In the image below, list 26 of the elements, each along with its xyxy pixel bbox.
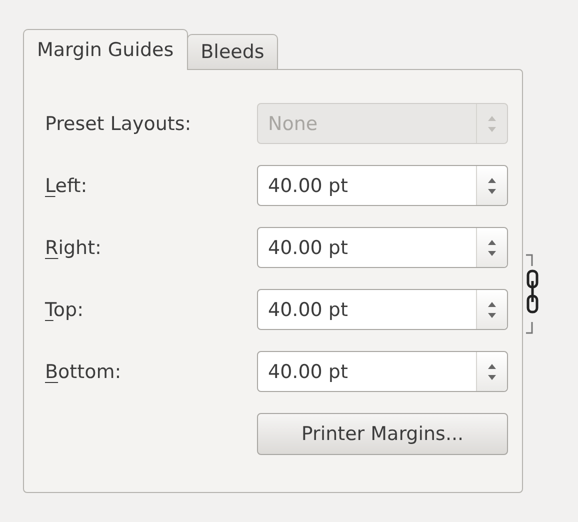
up-arrow-icon: [488, 240, 496, 244]
up-arrow-icon: [488, 302, 496, 306]
field-label: Bottom:: [45, 360, 122, 382]
up-arrow-icon: [488, 116, 496, 120]
number-field[interactable]: 40.00 pt: [257, 289, 508, 330]
field-label: Preset Layouts:: [45, 112, 192, 134]
up-arrow-icon: [488, 364, 496, 368]
printer-margins-button[interactable]: Printer Margins...: [257, 413, 508, 455]
down-arrow-icon: [488, 374, 496, 380]
spin-buttons[interactable]: [476, 228, 507, 267]
tab[interactable]: Bleeds: [186, 34, 278, 69]
down-arrow-icon: [488, 250, 496, 256]
number-field[interactable]: 40.00 pt: [257, 165, 508, 206]
up-arrow-icon: [488, 178, 496, 182]
down-arrow-icon: [488, 312, 496, 318]
number-field[interactable]: 40.00 pt: [257, 351, 508, 392]
number-field[interactable]: 40.00 pt: [257, 227, 508, 268]
field-label: Left:: [45, 174, 88, 196]
down-arrow-icon: [488, 126, 496, 132]
tab[interactable]: Margin Guides: [23, 29, 188, 70]
field-label: Right:: [45, 236, 102, 258]
down-arrow-icon: [488, 188, 496, 194]
field-label: Top:: [45, 298, 84, 320]
spin-buttons[interactable]: [476, 290, 507, 329]
spin-buttons[interactable]: [476, 166, 507, 205]
spin-buttons[interactable]: [476, 352, 507, 391]
